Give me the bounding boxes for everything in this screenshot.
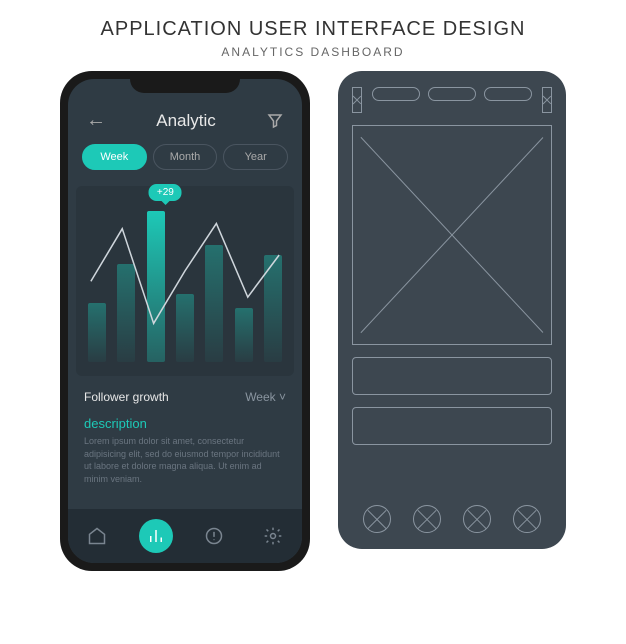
nav-settings-icon[interactable] bbox=[256, 519, 290, 553]
wireframe-mockup bbox=[338, 71, 566, 549]
chart-bar[interactable] bbox=[205, 245, 223, 362]
description-heading: description bbox=[84, 416, 286, 431]
wireframe-tab-placeholder bbox=[484, 87, 532, 101]
wireframe-tab-placeholder bbox=[428, 87, 476, 101]
chart-bar[interactable] bbox=[264, 255, 282, 362]
chart-bar[interactable] bbox=[147, 211, 165, 362]
app-screen: ← Analytic Week Month Year +29 Follower … bbox=[68, 79, 302, 563]
wireframe-nav-placeholder bbox=[513, 505, 541, 533]
tab-year[interactable]: Year bbox=[223, 144, 288, 170]
chart-bar[interactable] bbox=[176, 294, 194, 362]
wireframe-chart-placeholder bbox=[352, 125, 552, 345]
page-title: APPLICATION USER INTERFACE DESIGN bbox=[0, 18, 626, 41]
period-tabs: Week Month Year bbox=[68, 144, 302, 170]
description-body: Lorem ipsum dolor sit amet, consectetur … bbox=[84, 435, 286, 485]
filter-icon[interactable] bbox=[266, 112, 284, 130]
wireframe-nav-placeholder bbox=[413, 505, 441, 533]
phone-mockup: ← Analytic Week Month Year +29 Follower … bbox=[60, 71, 310, 571]
wireframe-nav-placeholder bbox=[463, 505, 491, 533]
nav-analytics-icon[interactable] bbox=[139, 519, 173, 553]
nav-home-icon[interactable] bbox=[80, 519, 114, 553]
back-icon[interactable]: ← bbox=[86, 109, 106, 132]
analytics-chart: +29 bbox=[76, 186, 294, 376]
section-title: Follower growth bbox=[84, 390, 169, 404]
wireframe-filter-placeholder bbox=[542, 87, 552, 113]
tab-week[interactable]: Week bbox=[82, 144, 147, 170]
tab-month[interactable]: Month bbox=[153, 144, 218, 170]
screen-title: Analytic bbox=[156, 111, 216, 131]
wireframe-back-placeholder bbox=[352, 87, 362, 113]
wireframe-description-placeholder bbox=[352, 407, 552, 445]
wireframe-tab-placeholder bbox=[372, 87, 420, 101]
nav-alert-icon[interactable] bbox=[197, 519, 231, 553]
period-dropdown[interactable]: Week ˅ bbox=[245, 390, 286, 404]
chart-bar[interactable] bbox=[235, 308, 253, 362]
chart-bar[interactable] bbox=[117, 264, 135, 362]
phone-notch bbox=[130, 71, 240, 93]
wireframe-nav-placeholder bbox=[363, 505, 391, 533]
bottom-nav bbox=[68, 509, 302, 563]
chart-bar[interactable] bbox=[88, 303, 106, 362]
wireframe-section-placeholder bbox=[352, 357, 552, 395]
page-subtitle: ANALYTICS DASHBOARD bbox=[0, 45, 626, 59]
